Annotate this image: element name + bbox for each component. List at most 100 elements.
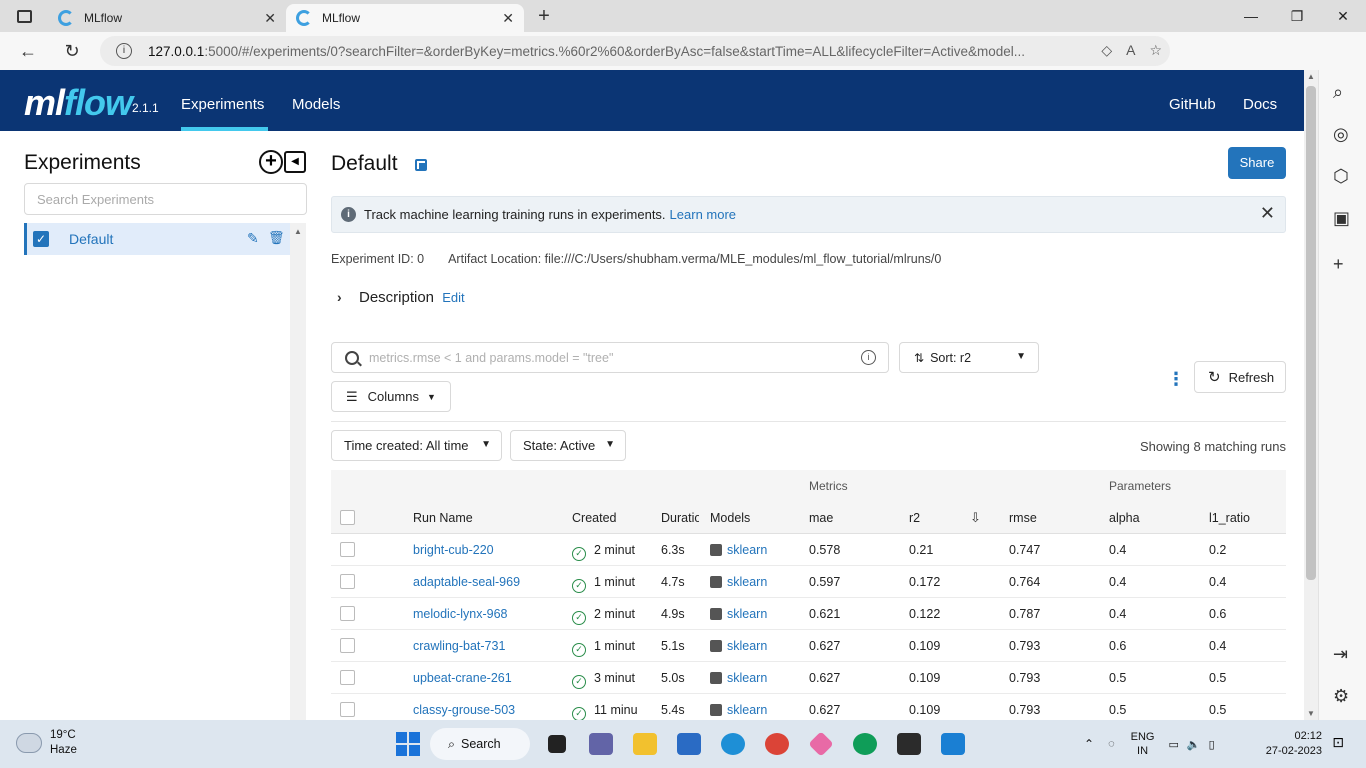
close-window-icon[interactable]: ✕ [1320, 0, 1366, 32]
vscode-icon[interactable] [936, 728, 970, 760]
chrome-profile-icon[interactable] [848, 728, 882, 760]
model-link[interactable]: sklearn [710, 575, 767, 589]
col-alpha[interactable]: alpha [1109, 511, 1140, 525]
more-options-icon[interactable]: ⋮ [1167, 369, 1185, 390]
share-button[interactable]: Share [1228, 147, 1286, 179]
run-name-link[interactable]: bright-cub-220 [413, 543, 494, 557]
edge-browser-icon[interactable] [716, 728, 750, 760]
read-aloud-icon[interactable]: A [1126, 42, 1135, 59]
scroll-up-icon[interactable]: ▲ [1307, 72, 1315, 81]
run-name-link[interactable]: crawling-bat-731 [413, 639, 505, 653]
col-mae[interactable]: mae [809, 511, 833, 525]
back-icon[interactable]: ← [6, 41, 50, 62]
model-link[interactable]: sklearn [710, 703, 767, 717]
row-checkbox[interactable] [340, 574, 355, 589]
copy-icon[interactable] [415, 159, 427, 171]
model-link[interactable]: sklearn [710, 639, 767, 653]
description-toggle[interactable]: › Description Edit [331, 289, 465, 306]
scroll-thumb[interactable] [1306, 86, 1316, 580]
taskbar-search[interactable]: ⌕ Search [430, 728, 530, 760]
shopping-icon[interactable]: ⬡ [1333, 166, 1349, 187]
language-indicator[interactable]: ENG IN [1131, 730, 1155, 758]
copilot-icon[interactable]: ◎ [1333, 124, 1349, 145]
col-created[interactable]: Created [572, 511, 616, 525]
notification-icon[interactable]: ⊡ [1332, 734, 1344, 751]
favorite-add-icon[interactable]: ☆ [1149, 42, 1162, 59]
reload-icon[interactable]: ↻ [50, 41, 94, 62]
row-checkbox[interactable] [340, 702, 355, 717]
tab-actions-icon[interactable] [0, 0, 48, 32]
row-checkbox[interactable] [340, 542, 355, 557]
chevron-right-icon[interactable]: › [337, 289, 359, 305]
state-filter[interactable]: State: Active ▼ [510, 430, 626, 461]
restore-icon[interactable]: ❐ [1274, 0, 1320, 32]
search-experiments-input[interactable]: Search Experiments [24, 183, 307, 215]
sidebar-scrollbar[interactable]: ▲ [290, 223, 306, 720]
network-icon[interactable]: ◌ [1108, 738, 1115, 750]
file-explorer-icon[interactable] [628, 728, 662, 760]
columns-button[interactable]: ☰ Columns ▼ [331, 381, 451, 412]
page-scrollbar[interactable]: ▲ ▼ [1304, 70, 1318, 720]
sort-desc-icon[interactable]: ⇩ [970, 510, 981, 526]
browser-tab-2[interactable]: MLflow ✕ [286, 4, 524, 32]
sidebar-item-default[interactable]: ✓ Default ✎ 🗑 [24, 223, 290, 255]
run-name-link[interactable]: adaptable-seal-969 [413, 575, 520, 589]
time-created-filter[interactable]: Time created: All time ▼ [331, 430, 502, 461]
browser-tab-1[interactable]: MLflow ✕ [48, 4, 286, 32]
volume-icon[interactable]: 🔈 [1187, 738, 1201, 751]
model-link[interactable]: sklearn [710, 671, 767, 685]
nav-models[interactable]: Models [292, 96, 340, 113]
tab-close-icon[interactable]: ✕ [264, 10, 276, 27]
add-icon[interactable]: + [1333, 254, 1344, 275]
search-help-icon[interactable]: i [861, 350, 876, 365]
refresh-button[interactable]: ↻ Refresh [1194, 361, 1286, 393]
clock[interactable]: 02:12 27-02-2023 [1266, 729, 1322, 759]
chrome-icon[interactable] [760, 728, 794, 760]
model-link[interactable]: sklearn [710, 607, 767, 621]
learn-more-link[interactable]: Learn more [670, 207, 736, 222]
display-icon[interactable]: ▭ [1168, 738, 1178, 751]
github-link[interactable]: GitHub [1169, 96, 1216, 113]
run-name-link[interactable]: upbeat-crane-261 [413, 671, 512, 685]
row-checkbox[interactable] [340, 638, 355, 653]
model-link[interactable]: sklearn [710, 543, 767, 557]
col-r2[interactable]: r2 [909, 511, 920, 525]
run-name-link[interactable]: melodic-lynx-968 [413, 607, 507, 621]
app-icon[interactable] [804, 728, 838, 760]
search-runs-input[interactable]: metrics.rmse < 1 and params.model = "tre… [331, 342, 889, 373]
delete-icon[interactable]: 🗑 [268, 230, 285, 246]
run-name-link[interactable]: classy-grouse-503 [413, 703, 515, 717]
col-duration[interactable]: Duratio [661, 511, 699, 525]
settings-icon[interactable]: ⚙ [1333, 686, 1349, 707]
terminal-icon[interactable] [892, 728, 926, 760]
description-edit-link[interactable]: Edit [442, 290, 464, 305]
collapse-sidebar-icon[interactable]: ◀ [284, 151, 306, 173]
experiment-checkbox[interactable]: ✓ [33, 231, 49, 247]
col-l1-ratio[interactable]: l1_ratio [1209, 511, 1250, 525]
row-checkbox[interactable] [340, 670, 355, 685]
col-models[interactable]: Models [710, 511, 750, 525]
mlflow-logo[interactable]: mlflow [24, 82, 133, 124]
add-experiment-icon[interactable]: + [259, 150, 283, 174]
search-icon[interactable]: ⌕ [1333, 82, 1343, 103]
url-field[interactable]: i 127.0.0.1:5000/#/experiments/0?searchF… [100, 36, 1170, 66]
col-run-name[interactable]: Run Name [413, 511, 473, 525]
windows-start-icon[interactable] [396, 732, 420, 756]
row-checkbox[interactable] [340, 606, 355, 621]
weather-widget[interactable]: 19°C Haze [16, 729, 77, 756]
sort-select[interactable]: ⇅ Sort: r2 ▼ [899, 342, 1039, 373]
task-view-icon[interactable] [540, 728, 574, 760]
close-icon[interactable]: ✕ [1260, 203, 1275, 224]
edit-icon[interactable]: ✎ [247, 230, 259, 247]
new-tab-icon[interactable]: + [524, 5, 564, 28]
docs-link[interactable]: Docs [1243, 96, 1277, 113]
sidebar-toggle-icon[interactable]: ⇥ [1333, 644, 1348, 665]
select-all-checkbox[interactable] [340, 510, 355, 525]
scroll-down-icon[interactable]: ▼ [1307, 709, 1315, 718]
tab-close-icon[interactable]: ✕ [502, 10, 514, 27]
office-icon[interactable]: ▣ [1333, 208, 1350, 229]
col-rmse[interactable]: rmse [1009, 511, 1037, 525]
site-info-icon[interactable]: i [116, 43, 132, 59]
store-icon[interactable] [672, 728, 706, 760]
teams-chat-icon[interactable] [584, 728, 618, 760]
